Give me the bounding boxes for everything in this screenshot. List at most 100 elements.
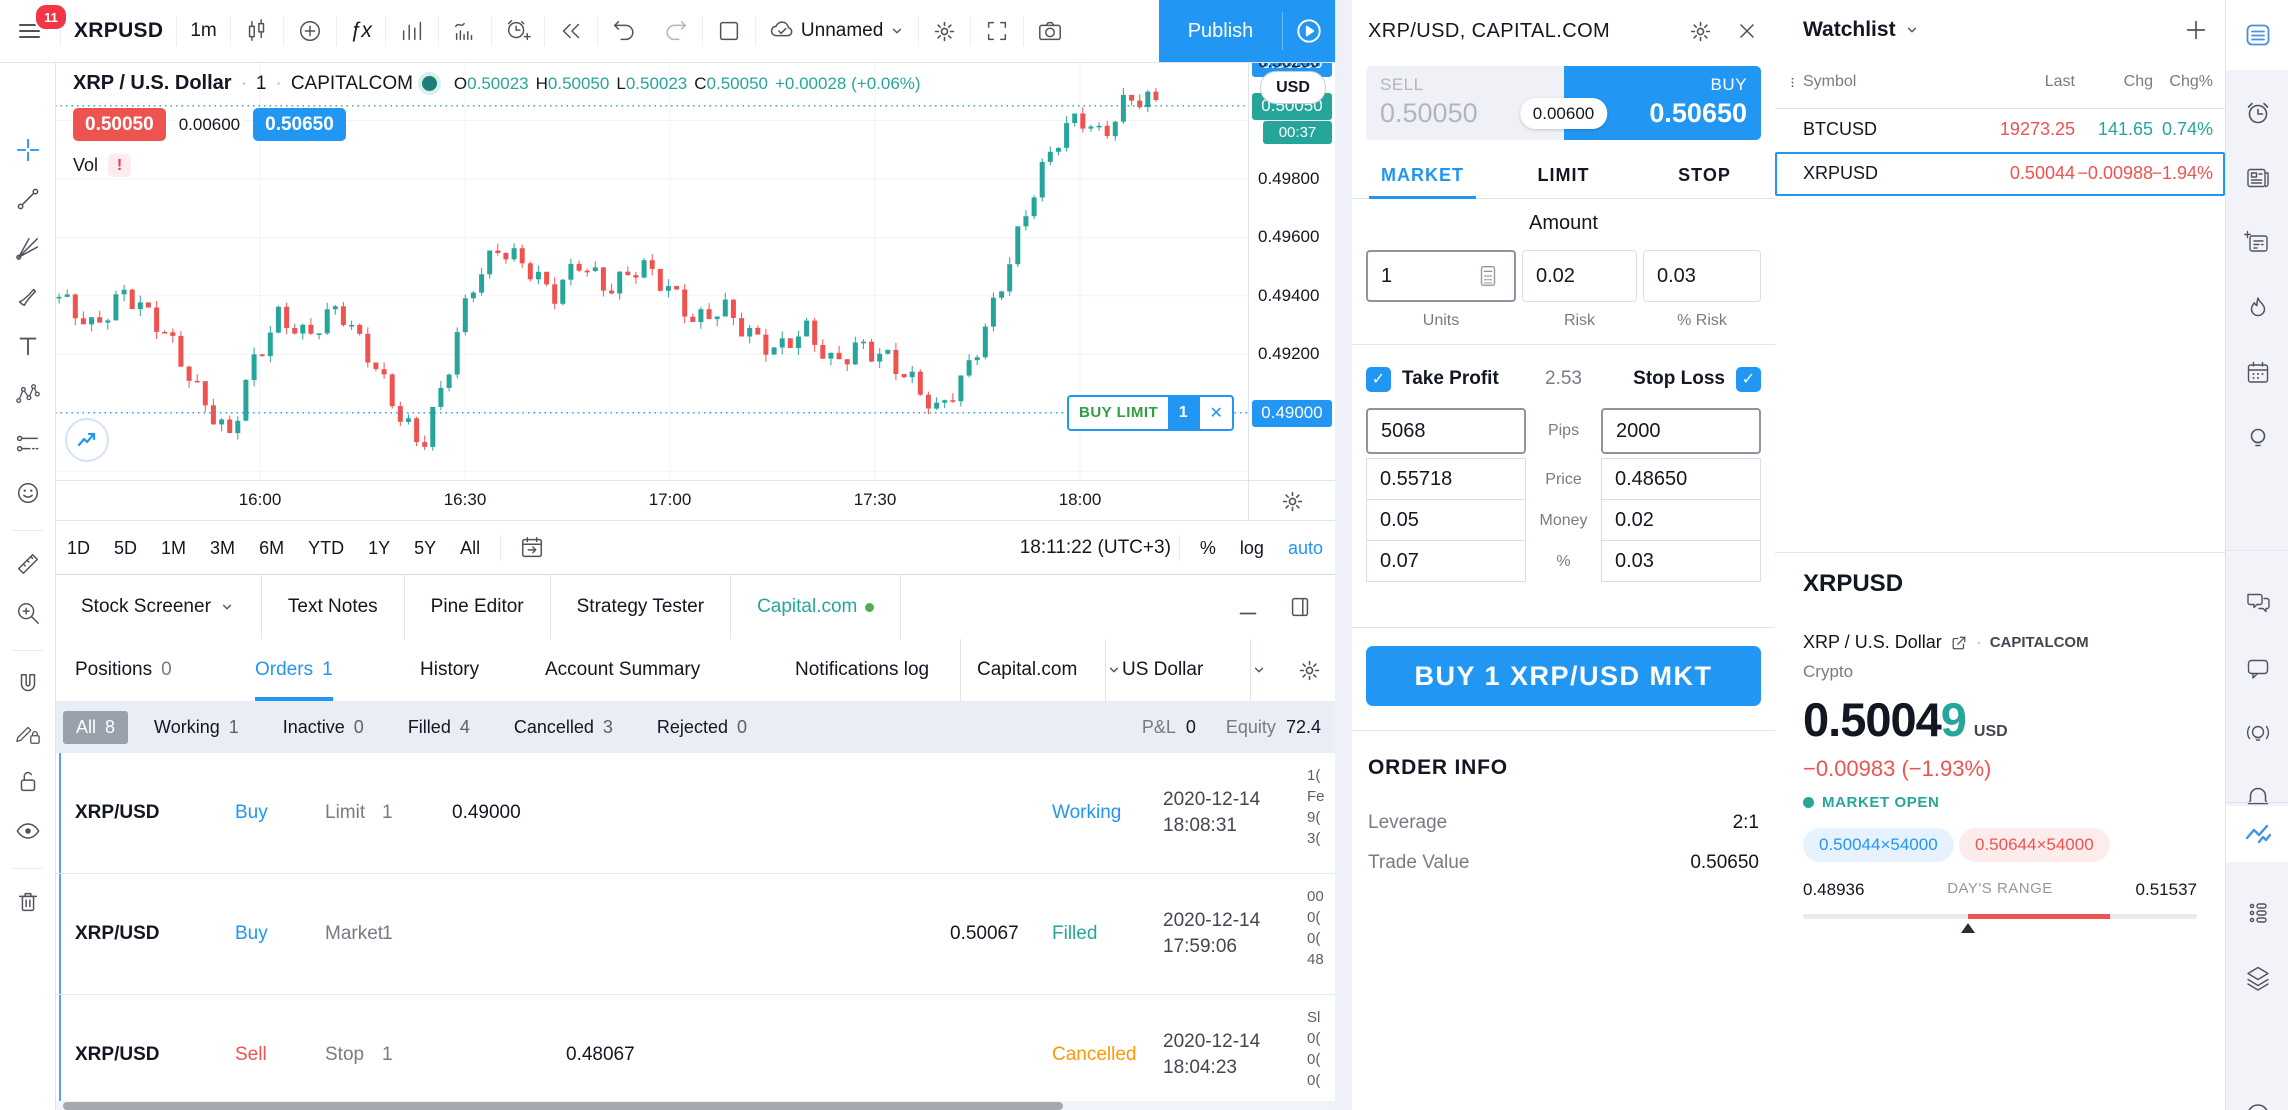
legend-symbol[interactable]: XRP / U.S. Dollar bbox=[73, 72, 232, 95]
filter-filled[interactable]: Filled4 bbox=[408, 717, 470, 738]
col-chgp[interactable]: Chg% bbox=[2169, 73, 2213, 91]
interval-button[interactable]: 1m bbox=[177, 0, 229, 62]
range-button-1m[interactable]: 1M bbox=[149, 538, 198, 559]
range-button-ytd[interactable]: YTD bbox=[296, 538, 356, 559]
watchlist-sidebar-button[interactable] bbox=[2226, 0, 2288, 70]
news-sidebar-button[interactable] bbox=[2226, 150, 2288, 206]
bottom-tab-pine-editor[interactable]: Pine Editor bbox=[405, 575, 551, 639]
undo-button[interactable] bbox=[598, 0, 650, 62]
filter-all-chip[interactable]: All8 bbox=[63, 711, 128, 744]
snapshot-button[interactable] bbox=[1024, 0, 1076, 62]
pattern-tool[interactable] bbox=[10, 377, 45, 412]
col-chg[interactable]: Chg bbox=[2124, 73, 2153, 91]
range-button-6m[interactable]: 6M bbox=[247, 538, 296, 559]
sl-price-input[interactable]: 0.48650 bbox=[1601, 458, 1761, 500]
subtab-account-summary[interactable]: Account Summary bbox=[545, 639, 700, 701]
sl-money-input[interactable]: 0.02 bbox=[1601, 499, 1761, 541]
pct-risk-input[interactable]: 0.03 bbox=[1643, 250, 1761, 302]
filter-inactive[interactable]: Inactive0 bbox=[283, 717, 364, 738]
clipped-circle-sidebar-button[interactable] bbox=[2226, 1085, 2288, 1110]
filter-cancelled[interactable]: Cancelled3 bbox=[514, 717, 613, 738]
col-symbol[interactable]: Symbol bbox=[1803, 73, 1856, 91]
submit-order-button[interactable]: BUY 1 XRP/USD MKT bbox=[1366, 646, 1761, 706]
go-to-date-button[interactable] bbox=[509, 535, 555, 561]
publish-button[interactable]: Publish bbox=[1159, 0, 1282, 62]
sl-%-input[interactable]: 0.03 bbox=[1601, 540, 1761, 582]
calendar-sidebar-button[interactable] bbox=[2226, 345, 2288, 401]
add-symbol-button[interactable] bbox=[2183, 17, 2209, 43]
order-tag-close-icon[interactable]: ✕ bbox=[1198, 397, 1232, 429]
chart-style-button[interactable] bbox=[231, 0, 283, 62]
buy-price-button[interactable]: 0.50650 bbox=[253, 108, 346, 141]
order-settings-icon[interactable] bbox=[1688, 19, 1713, 44]
currency-unit-button[interactable]: USD bbox=[1260, 71, 1326, 104]
horizontal-scrollbar[interactable] bbox=[55, 1101, 1335, 1110]
close-icon[interactable] bbox=[1735, 19, 1759, 43]
trading-sidebar-button[interactable] bbox=[2226, 806, 2288, 862]
restore-panel-icon[interactable] bbox=[1287, 594, 1313, 620]
time-axis[interactable]: 16:0016:3017:0017:3018:00 bbox=[55, 480, 1248, 521]
brush-tool[interactable] bbox=[10, 279, 45, 314]
order-row[interactable]: XRP/USDBuyLimit10.49000Working2020-12-14… bbox=[55, 753, 1335, 874]
sl-pips-input[interactable]: 2000 bbox=[1601, 408, 1761, 454]
panel-splitter[interactable] bbox=[1775, 552, 2225, 553]
watchlist-row-xrpusd[interactable]: XRPUSD 0.50044 −0.00988 −1.94% bbox=[1775, 152, 2225, 196]
order-tab-market[interactable]: MARKET bbox=[1352, 152, 1493, 198]
idea-sidebar-button[interactable] bbox=[2226, 410, 2288, 466]
compare-button[interactable] bbox=[284, 0, 336, 62]
gann-tool[interactable] bbox=[10, 230, 45, 265]
dom-sidebar-button[interactable] bbox=[2226, 885, 2288, 941]
order-tab-limit[interactable]: LIMIT bbox=[1493, 152, 1634, 198]
risk-input[interactable]: 0.02 bbox=[1522, 250, 1637, 302]
range-button-3m[interactable]: 3M bbox=[198, 538, 247, 559]
chat-sidebar-button[interactable] bbox=[2226, 640, 2288, 696]
order-tag-qty[interactable]: 1 bbox=[1168, 397, 1198, 429]
subtab-positions[interactable]: Positions0 bbox=[75, 639, 172, 701]
clock[interactable]: 18:11:22 (UTC+3) bbox=[1020, 537, 1171, 559]
range-button-1y[interactable]: 1Y bbox=[356, 538, 402, 559]
subtab-orders[interactable]: Orders1 bbox=[255, 639, 333, 701]
details-name[interactable]: XRP / U.S. Dollar bbox=[1803, 632, 1942, 653]
range-button-5d[interactable]: 5D bbox=[102, 538, 149, 559]
layers-sidebar-button[interactable] bbox=[2226, 950, 2288, 1006]
chevron-down-icon[interactable] bbox=[1904, 22, 1920, 38]
layout-select-button[interactable] bbox=[703, 0, 755, 62]
notes-sidebar-button[interactable] bbox=[2226, 215, 2288, 271]
redo-button[interactable] bbox=[650, 0, 702, 62]
sell-price-button[interactable]: 0.50050 bbox=[73, 108, 166, 141]
emoji-tool[interactable] bbox=[10, 475, 45, 510]
units-input[interactable]: 1 bbox=[1366, 250, 1516, 302]
forecast-tool[interactable] bbox=[10, 426, 45, 461]
scrollbar-thumb[interactable] bbox=[63, 1102, 1063, 1110]
watchlist-title[interactable]: Watchlist bbox=[1803, 18, 1896, 42]
trend-line-tool[interactable] bbox=[10, 181, 45, 216]
indicators-button[interactable]: ƒx bbox=[337, 0, 385, 62]
fullscreen-button[interactable] bbox=[971, 0, 1023, 62]
calculator-icon[interactable] bbox=[1475, 263, 1501, 289]
bottom-tab-strategy-tester[interactable]: Strategy Tester bbox=[551, 575, 731, 639]
order-row[interactable]: XRP/USDSellStop10.48067Cancelled2020-12-… bbox=[55, 995, 1335, 1101]
buy-limit-order-tag[interactable]: BUY LIMIT 1 ✕ bbox=[1067, 395, 1234, 431]
auto-scale-button[interactable]: auto bbox=[1276, 538, 1335, 559]
chats-sidebar-button[interactable] bbox=[2226, 575, 2288, 631]
zoom-in-tool[interactable] bbox=[10, 595, 45, 630]
drawing-lock-tool[interactable] bbox=[10, 715, 45, 750]
bottom-tab-capital-com[interactable]: Capital.com bbox=[731, 575, 901, 639]
filter-working[interactable]: Working1 bbox=[154, 717, 239, 738]
hotlist-sidebar-button[interactable] bbox=[2226, 280, 2288, 336]
range-button-5y[interactable]: 5Y bbox=[402, 538, 448, 559]
axis-settings-icon[interactable] bbox=[1280, 489, 1305, 514]
trading-settings-button[interactable] bbox=[1250, 639, 1335, 701]
eye-tool[interactable] bbox=[10, 813, 45, 848]
percent-scale-button[interactable]: % bbox=[1188, 538, 1228, 559]
magnet-tool[interactable] bbox=[10, 666, 45, 701]
col-last[interactable]: Last bbox=[2045, 73, 2075, 91]
price-axis[interactable]: 0.50650 USD 0.50050 00:37 0.49000 0.5020… bbox=[1248, 62, 1336, 480]
ruler-tool[interactable] bbox=[10, 546, 45, 581]
log-scale-button[interactable]: log bbox=[1228, 538, 1276, 559]
watchlist-row-btcusd[interactable]: BTCUSD 19273.25 141.65 0.74% bbox=[1775, 108, 2225, 152]
subtab-notifications-log[interactable]: Notifications log bbox=[795, 639, 929, 701]
range-button-all[interactable]: All bbox=[448, 538, 492, 559]
order-row[interactable]: XRP/USDBuyMarket10.50067Filled2020-12-14… bbox=[55, 874, 1335, 995]
external-link-icon[interactable] bbox=[1950, 634, 1968, 652]
